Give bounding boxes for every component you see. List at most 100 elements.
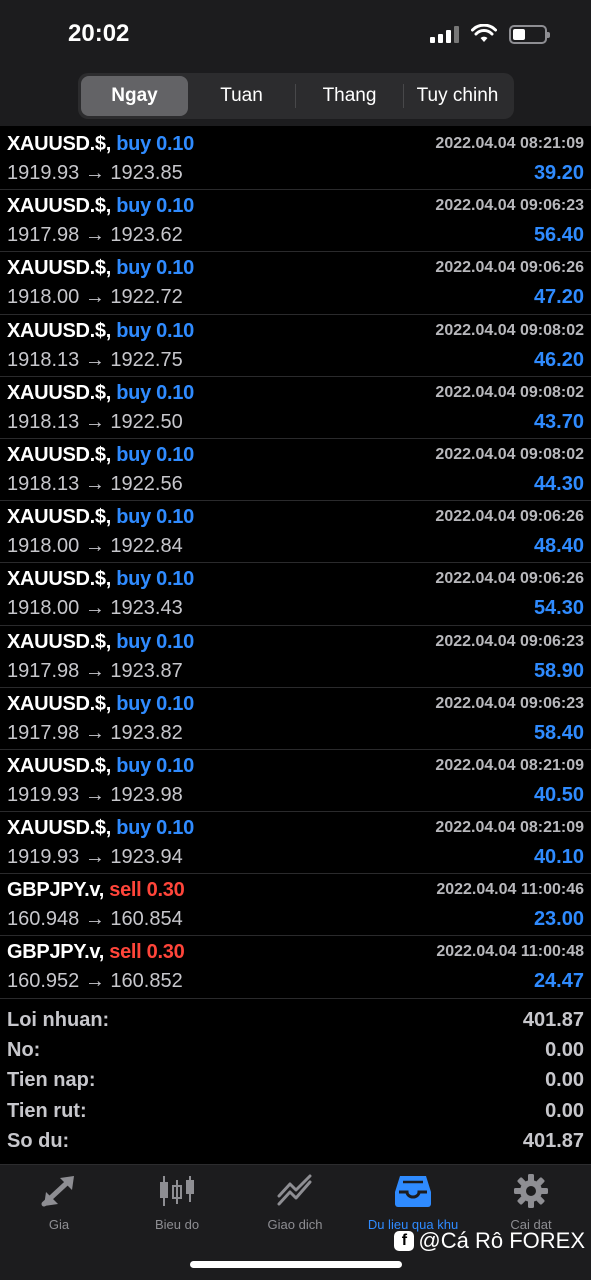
period-segmented-control: Ngay Tuan Thang Tuy chinh bbox=[78, 73, 514, 119]
deal-row[interactable]: XAUUSD.$, buy 0.10 2022.04.04 08:21:09 1… bbox=[0, 750, 591, 813]
deal-row[interactable]: XAUUSD.$, buy 0.10 2022.04.04 09:06:23 1… bbox=[0, 190, 591, 253]
summary-label: Tien nap: bbox=[7, 1069, 96, 1092]
deal-time: 2022.04.04 09:08:02 bbox=[435, 445, 584, 463]
deal-side: buy 0.10 bbox=[116, 817, 194, 840]
deal-time: 2022.04.04 09:06:26 bbox=[435, 570, 584, 588]
wifi-icon bbox=[471, 24, 497, 42]
segment-ngay[interactable]: Ngay bbox=[81, 76, 188, 116]
deal-symbol: XAUUSD.$, bbox=[7, 195, 111, 218]
deal-time: 2022.04.04 09:06:23 bbox=[435, 632, 584, 650]
tab-gia[interactable]: Gia bbox=[0, 1171, 118, 1241]
deal-row[interactable]: GBPJPY.v, sell 0.30 2022.04.04 11:00:46 … bbox=[0, 874, 591, 937]
deal-row[interactable]: XAUUSD.$, buy 0.10 2022.04.04 09:06:26 1… bbox=[0, 252, 591, 315]
deal-side: buy 0.10 bbox=[116, 568, 194, 591]
summary-row-withdrawal: Tien rut: 0.00 bbox=[0, 1096, 591, 1126]
deal-symbol: XAUUSD.$, bbox=[7, 319, 111, 342]
deal-symbol: XAUUSD.$, bbox=[7, 133, 111, 155]
candlestick-chart-icon bbox=[158, 1171, 196, 1211]
deal-side: sell 0.30 bbox=[109, 941, 185, 964]
summary-label: Tien rut: bbox=[7, 1099, 87, 1122]
segment-thang[interactable]: Thang bbox=[296, 76, 403, 116]
gear-icon bbox=[513, 1171, 549, 1211]
deal-profit: 23.00 bbox=[533, 908, 584, 931]
deal-profit: 40.50 bbox=[533, 783, 584, 806]
deal-time: 2022.04.04 08:21:09 bbox=[435, 756, 584, 774]
deal-row[interactable]: XAUUSD.$, buy 0.10 2022.04.04 08:21:09 1… bbox=[0, 128, 591, 191]
deal-prices: 1917.98 → 1923.62 bbox=[7, 224, 183, 247]
summary-row-deposit: Tien nap: 0.00 bbox=[0, 1066, 591, 1096]
deal-profit: 44.30 bbox=[533, 472, 584, 495]
summary-value: 401.87 bbox=[522, 1130, 584, 1153]
deal-prices: 1919.93 → 1923.85 bbox=[7, 162, 183, 184]
deal-prices: 1918.00 → 1922.72 bbox=[7, 286, 183, 309]
quotes-arrows-icon bbox=[40, 1171, 78, 1211]
deal-time: 2022.04.04 09:06:23 bbox=[435, 197, 584, 215]
deal-prices: 1918.13 → 1922.75 bbox=[7, 348, 183, 371]
summary-value: 401.87 bbox=[522, 1008, 584, 1031]
cellular-signal-icon bbox=[430, 25, 459, 43]
deal-side: buy 0.10 bbox=[116, 133, 194, 155]
deal-symbol: GBPJPY.v, bbox=[7, 941, 104, 964]
deal-symbol: XAUUSD.$, bbox=[7, 506, 111, 529]
battery-icon bbox=[509, 24, 550, 44]
deal-profit: 39.20 bbox=[533, 162, 584, 184]
tab-label: Bieu do bbox=[154, 1217, 200, 1232]
summary-label: No: bbox=[7, 1039, 41, 1062]
deal-row[interactable]: XAUUSD.$, buy 0.10 2022.04.04 09:06:23 1… bbox=[0, 688, 591, 750]
deal-symbol: XAUUSD.$, bbox=[7, 630, 111, 653]
tab-giao-dich[interactable]: Giao dich bbox=[236, 1171, 354, 1241]
trade-line-icon bbox=[276, 1171, 314, 1211]
deal-row[interactable]: XAUUSD.$, buy 0.10 2022.04.04 09:06:26 1… bbox=[0, 501, 591, 564]
summary-row-profit: Loi nhuan: 401.87 bbox=[0, 1005, 591, 1035]
deal-side: buy 0.10 bbox=[116, 319, 194, 342]
deal-time: 2022.04.04 09:06:26 bbox=[435, 508, 584, 526]
deal-symbol: XAUUSD.$, bbox=[7, 817, 111, 840]
deal-profit: 54.30 bbox=[533, 597, 584, 620]
summary-value: 0.00 bbox=[545, 1099, 584, 1122]
deal-row[interactable]: XAUUSD.$, buy 0.10 2022.04.04 09:06:26 1… bbox=[0, 563, 591, 626]
segment-tuy-chinh[interactable]: Tuy chinh bbox=[404, 76, 511, 116]
deal-row[interactable]: XAUUSD.$, buy 0.10 2022.04.04 09:06:23 1… bbox=[0, 626, 591, 688]
deal-symbol: XAUUSD.$, bbox=[7, 692, 111, 715]
deal-row[interactable]: XAUUSD.$, buy 0.10 2022.04.04 09:08:02 1… bbox=[0, 439, 591, 502]
deal-row[interactable]: GBPJPY.v, sell 0.30 2022.04.04 11:00:48 … bbox=[0, 936, 591, 999]
history-inbox-icon bbox=[394, 1171, 432, 1211]
deal-profit: 56.40 bbox=[533, 224, 584, 247]
summary-label: So du: bbox=[7, 1130, 70, 1153]
segment-tuan[interactable]: Tuan bbox=[188, 76, 295, 116]
history-summary: Loi nhuan: 401.87 No: 0.00 Tien nap: 0.0… bbox=[0, 1005, 591, 1157]
deal-profit: 58.40 bbox=[533, 721, 584, 744]
deal-prices: 1918.00 → 1922.84 bbox=[7, 535, 183, 558]
deal-row[interactable]: XAUUSD.$, buy 0.10 2022.04.04 09:08:02 1… bbox=[0, 377, 591, 439]
deal-symbol: XAUUSD.$, bbox=[7, 754, 111, 777]
deal-side: buy 0.10 bbox=[116, 195, 194, 218]
tab-bieu-do[interactable]: Bieu do bbox=[118, 1171, 236, 1241]
deal-side: sell 0.30 bbox=[109, 879, 185, 902]
watermark: f @Cá Rô FOREX bbox=[394, 1228, 585, 1254]
deal-history-list: XAUUSD.$, buy 0.10 2022.04.04 08:21:09 1… bbox=[0, 128, 591, 999]
status-bar: 20:02 bbox=[0, 0, 591, 68]
deal-row[interactable]: XAUUSD.$, buy 0.10 2022.04.04 08:21:09 1… bbox=[0, 812, 591, 875]
deal-time: 2022.04.04 11:00:46 bbox=[436, 881, 584, 899]
tab-label: Giao dich bbox=[267, 1217, 323, 1232]
deal-prices: 160.948 → 160.854 bbox=[7, 908, 183, 931]
deal-symbol: XAUUSD.$, bbox=[7, 443, 111, 466]
deal-profit: 40.10 bbox=[533, 846, 584, 869]
deal-side: buy 0.10 bbox=[116, 754, 194, 777]
deal-profit: 24.47 bbox=[533, 970, 584, 993]
deal-prices: 1918.13 → 1922.56 bbox=[7, 472, 183, 495]
deal-side: buy 0.10 bbox=[116, 630, 194, 653]
deal-time: 2022.04.04 09:06:26 bbox=[435, 259, 584, 277]
deal-side: buy 0.10 bbox=[116, 443, 194, 466]
deal-time: 2022.04.04 09:06:23 bbox=[435, 694, 584, 712]
deal-symbol: XAUUSD.$, bbox=[7, 568, 111, 591]
deal-side: buy 0.10 bbox=[116, 257, 194, 280]
deal-profit: 58.90 bbox=[533, 659, 584, 682]
home-indicator[interactable] bbox=[190, 1261, 402, 1268]
deal-prices: 1917.98 → 1923.87 bbox=[7, 659, 183, 682]
deal-prices: 160.952 → 160.852 bbox=[7, 970, 183, 993]
status-time: 20:02 bbox=[68, 20, 130, 47]
deal-time: 2022.04.04 09:08:02 bbox=[435, 383, 584, 401]
deal-profit: 48.40 bbox=[533, 535, 584, 558]
deal-row[interactable]: XAUUSD.$, buy 0.10 2022.04.04 09:08:02 1… bbox=[0, 315, 591, 377]
